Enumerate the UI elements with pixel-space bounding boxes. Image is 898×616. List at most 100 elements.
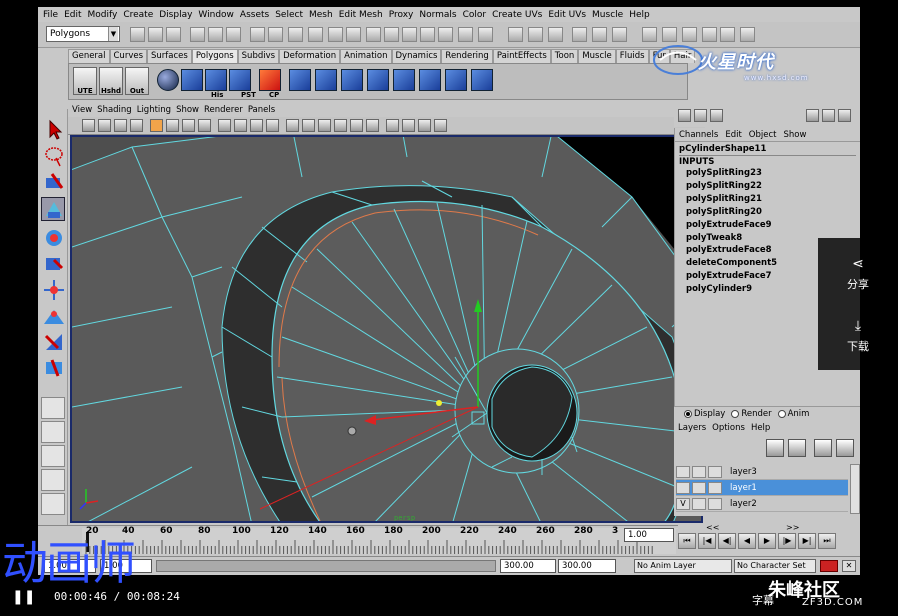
side-by-side-layout-icon[interactable] [41,445,65,467]
history-node[interactable]: polySplitRing20 [686,206,860,219]
range-end-field[interactable]: 300.00 [500,559,556,573]
tool-settings-toggle-icon[interactable] [710,109,723,122]
viewport-menu-view[interactable]: View [72,105,97,115]
history-node[interactable]: polySplitRing21 [686,193,860,206]
menu-window[interactable]: Window [195,10,237,20]
shape-node-name[interactable]: pCylinderShape11 [679,144,856,156]
channel-box-icon[interactable] [572,27,587,42]
select-hierarchy-icon[interactable] [190,27,205,42]
resolution-gate-icon[interactable] [182,119,195,132]
perspective-viewport[interactable]: persp [70,135,703,523]
attribute-editor-icon[interactable] [592,27,607,42]
camera-attr-icon[interactable] [98,119,111,132]
mask-icon[interactable] [308,27,323,42]
menu-proxy[interactable]: Proxy [386,10,417,20]
menu-assets[interactable]: Assets [237,10,272,20]
viewport-menu-panels[interactable]: Panels [248,105,280,115]
menu-edit[interactable]: Edit [61,10,84,20]
rotate-tool-icon[interactable] [41,225,65,249]
tool-settings-icon[interactable] [612,27,627,42]
poly-plane-icon[interactable] [229,69,251,91]
tab-subdivs[interactable]: Subdivs [237,49,280,63]
select-component-icon[interactable] [226,27,241,42]
step-forward-key-icon[interactable]: >> [786,523,799,532]
settings-icon[interactable] [838,109,851,122]
save-scene-icon[interactable] [166,27,181,42]
poly-bridge-icon[interactable] [289,69,311,91]
go-to-start-icon[interactable]: ⏮ [678,533,696,549]
poly-bevel-icon[interactable] [367,69,389,91]
render-frame-icon[interactable] [508,27,523,42]
lasso-tool-icon[interactable] [41,143,65,167]
layer-menu-layers[interactable]: Layers [678,423,712,433]
character-set-dropdown[interactable]: No Character Set [734,559,816,573]
tab-rendering[interactable]: Rendering [441,49,493,63]
pause-icon[interactable]: ❚❚ [12,589,35,605]
viewport-menu-show[interactable]: Show [176,105,204,115]
show-manipulator-icon[interactable] [41,329,65,353]
play-forward-icon[interactable]: ▶ [758,533,776,549]
layer-options-icon[interactable] [814,439,832,457]
field-chart-icon[interactable] [218,119,231,132]
shadows-icon[interactable] [350,119,363,132]
viewport-menu-shading[interactable]: Shading [97,105,137,115]
tab-curves[interactable]: Curves [109,49,148,63]
backface-icon[interactable] [434,119,447,132]
hardware-texturing-icon[interactable] [366,119,379,132]
layer-row[interactable]: V layer2 [676,496,848,512]
gate-mask-icon[interactable] [198,119,211,132]
four-pane-layout-icon[interactable] [41,421,65,443]
poly-combine-icon[interactable] [445,69,467,91]
channel-box-toggle-icon[interactable] [678,109,691,122]
layer-type-toggle[interactable] [692,465,706,478]
menu-file[interactable]: File [40,10,61,20]
layer-options-icon[interactable] [836,439,854,457]
display-radio[interactable] [684,410,692,418]
safe-action-icon[interactable] [234,119,247,132]
share-button[interactable]: ⋖ 分享 [818,256,898,292]
tab-muscle[interactable]: Muscle [578,49,616,63]
universal-tool-icon[interactable] [41,277,65,301]
scale-tool-icon[interactable] [41,251,65,275]
isolate-select-icon[interactable] [386,119,399,132]
new-scene-icon[interactable] [130,27,145,42]
ipr-icon[interactable] [528,27,543,42]
layer-color-swatch[interactable] [708,497,722,510]
download-button[interactable]: ⤓ 下载 [818,318,898,354]
channel-menu-show[interactable]: Show [783,130,813,140]
poly-append-icon[interactable] [315,69,337,91]
menu-mesh[interactable]: Mesh [306,10,336,20]
tab-toon[interactable]: Toon [550,49,579,63]
snap-curve-icon[interactable] [366,27,381,42]
preferences-icon[interactable]: ✕ [842,560,856,572]
step-forward-icon[interactable]: ▶| [798,533,816,549]
use-lights-icon[interactable] [334,119,347,132]
film-gate-icon[interactable] [166,119,179,132]
layer-visibility-toggle[interactable] [676,481,690,494]
textured-icon[interactable] [318,119,331,132]
chevron-down-icon[interactable]: ▼ [108,27,118,41]
next-key-icon[interactable]: |▶ [778,533,796,549]
image-plane-icon[interactable] [130,119,143,132]
last-tool-icon[interactable] [41,355,65,379]
end-time-field[interactable]: 300.00 [558,559,616,573]
safe-title-icon[interactable] [250,119,263,132]
tab-animation[interactable]: Animation [340,49,392,63]
snap-view-icon[interactable] [402,27,417,42]
mask-icon[interactable] [288,27,303,42]
persp-graph-layout-icon[interactable] [41,493,65,515]
play-backward-icon[interactable]: ◀ [738,533,756,549]
layer-scrollbar[interactable] [850,464,860,514]
history-icon[interactable] [438,27,453,42]
layer-color-swatch[interactable] [708,481,722,494]
viewport-menu-renderer[interactable]: Renderer [204,105,248,115]
layer-editor-toggle-icon[interactable] [694,109,707,122]
new-layer-icon[interactable] [766,439,784,457]
range-bar[interactable] [156,560,496,572]
tab-deformation[interactable]: Deformation [279,49,341,63]
lock-icon[interactable] [822,109,835,122]
current-frame-field[interactable]: 1.00 [624,528,674,542]
step-back-key-icon[interactable]: << [706,523,719,532]
layer-row[interactable]: layer1 [676,480,848,496]
render-icon[interactable] [458,27,473,42]
